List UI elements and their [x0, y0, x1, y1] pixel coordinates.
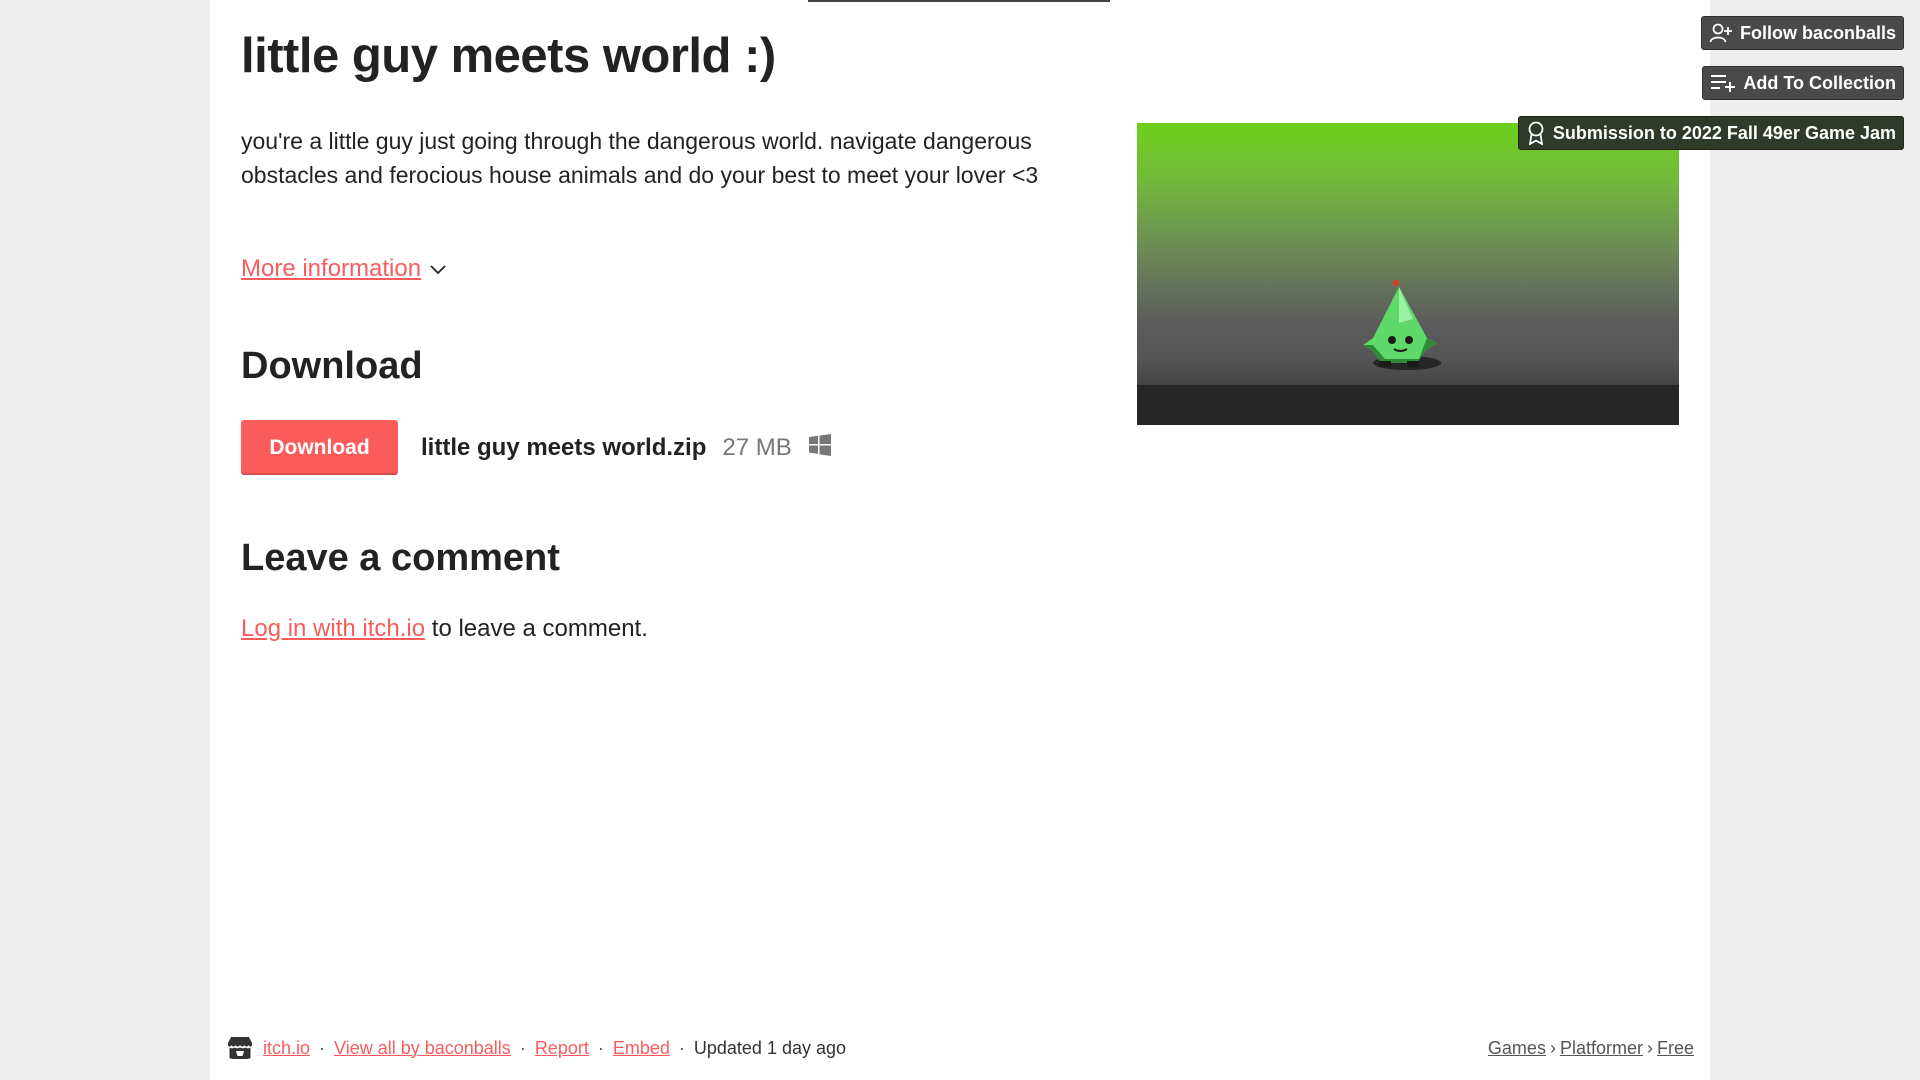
footer: itch.io · View all by baconballs · Repor… — [227, 1036, 1694, 1060]
itchio-logo-icon — [228, 1037, 252, 1059]
breadcrumb-separator: › — [1646, 1037, 1653, 1058]
footer-separator: · — [678, 1037, 685, 1058]
download-heading: Download — [241, 345, 423, 387]
user-plus-icon — [1709, 23, 1732, 43]
footer-embed-link[interactable]: Embed — [613, 1038, 670, 1059]
jam-label: Submission to 2022 Fall 49er Game Jam — [1552, 122, 1896, 143]
download-file-name: little guy meets world.zip — [421, 433, 707, 461]
game-screenshot[interactable] — [1137, 123, 1679, 425]
collection-label: Add To Collection — [1743, 72, 1896, 93]
login-suffix: to leave a comment. — [431, 615, 648, 642]
follow-label: Follow baconballs — [1739, 22, 1896, 43]
footer-report-link[interactable]: Report — [535, 1038, 589, 1059]
more-information-toggle[interactable]: More information — [241, 255, 447, 283]
footer-view-all-link[interactable]: View all by baconballs — [334, 1038, 511, 1059]
game-title: little guy meets world :) — [241, 29, 776, 83]
follow-button[interactable]: Follow baconballs — [1700, 16, 1904, 50]
playlist-add-icon — [1711, 75, 1736, 92]
little-guy-sprite — [1137, 280, 1679, 425]
chevron-down-icon — [430, 265, 446, 275]
windows-icon — [808, 433, 831, 456]
login-link[interactable]: Log in with itch.io — [241, 615, 425, 642]
comment-login-line: Log in with itch.io to leave a comment. — [241, 615, 648, 643]
top-divider — [808, 0, 1110, 2]
footer-updated-text: Updated 1 day ago — [693, 1037, 847, 1058]
breadcrumb-platformer[interactable]: Platformer — [1560, 1038, 1643, 1059]
download-row: Download little guy meets world.zip 27 M… — [241, 420, 832, 475]
breadcrumb: Games › Platformer › Free — [1488, 1038, 1694, 1059]
footer-separator: · — [319, 1037, 326, 1058]
award-icon — [1528, 121, 1544, 145]
download-file-size: 27 MB — [722, 433, 792, 461]
breadcrumb-separator: › — [1549, 1037, 1556, 1058]
footer-separator: · — [519, 1037, 526, 1058]
comment-heading: Leave a comment — [241, 537, 560, 579]
add-to-collection-button[interactable]: Add To Collection — [1702, 66, 1904, 100]
breadcrumb-free[interactable]: Free — [1657, 1038, 1694, 1059]
breadcrumb-games[interactable]: Games — [1488, 1038, 1546, 1059]
jam-submission-button[interactable]: Submission to 2022 Fall 49er Game Jam — [1517, 116, 1904, 150]
footer-itchio-link[interactable]: itch.io — [263, 1038, 310, 1059]
download-button[interactable]: Download — [241, 420, 398, 475]
footer-separator: · — [597, 1037, 604, 1058]
more-information-label: More information — [241, 255, 422, 282]
game-description: you're a little guy just going through t… — [241, 128, 1039, 188]
